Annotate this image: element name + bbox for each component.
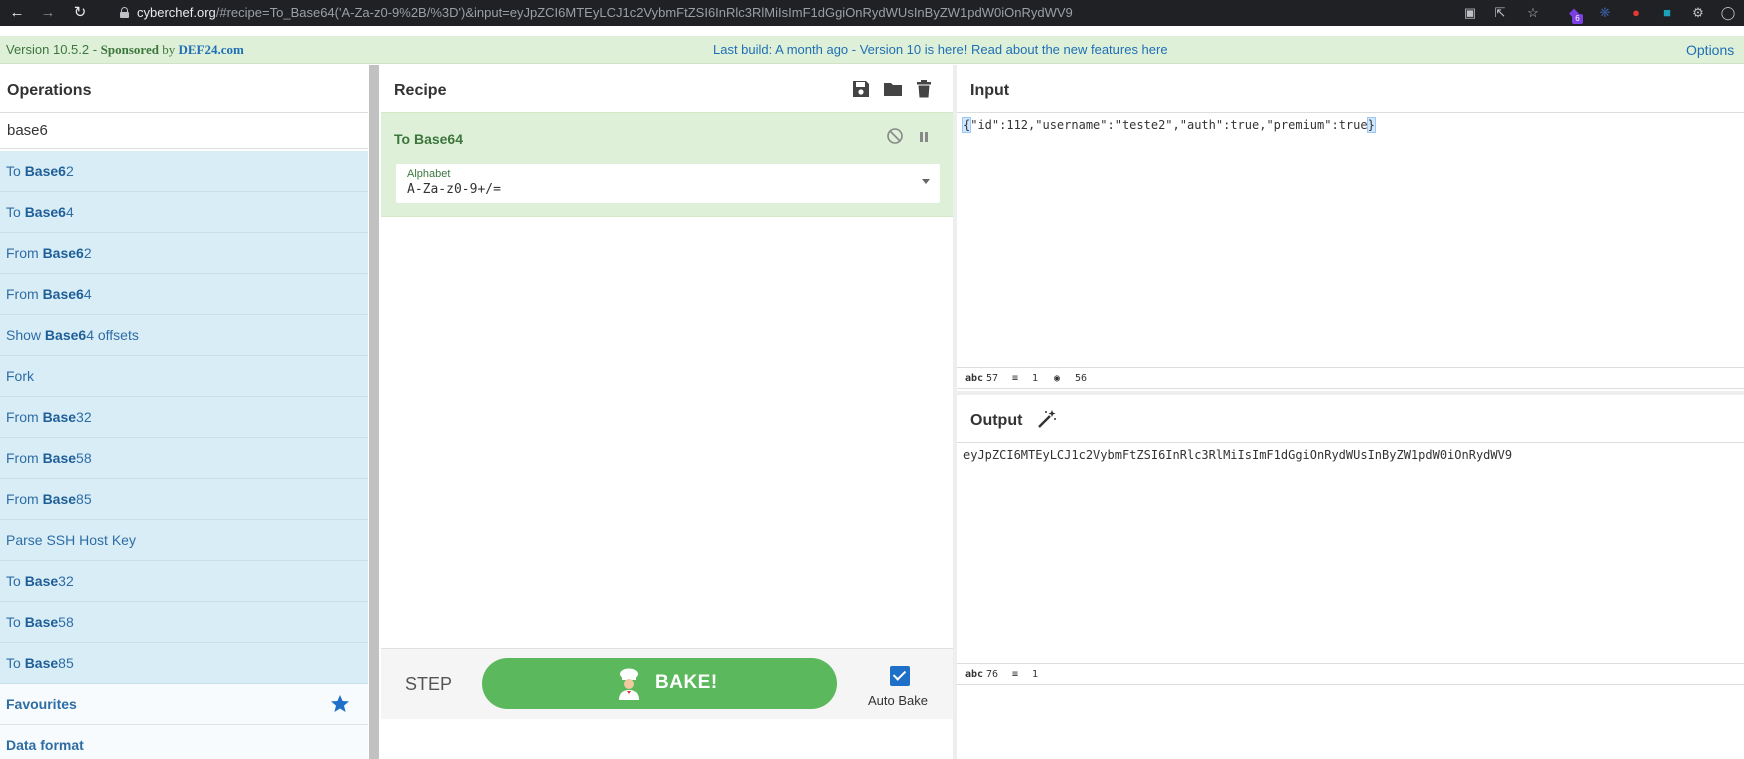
version-sponsor: Version 10.5.2 - Sponsored by DEF24.com <box>6 42 244 58</box>
lock-icon[interactable] <box>120 7 129 18</box>
op-item[interactable]: To Base32 <box>0 561 368 602</box>
bookmark-star-icon[interactable]: ☆ <box>1525 5 1541 21</box>
extension-gear-icon[interactable]: ⚙ <box>1690 5 1706 21</box>
output-char-count: 76 <box>986 669 999 680</box>
notice-banner: Version 10.5.2 - Sponsored by DEF24.com … <box>0 36 1744 64</box>
save-icon[interactable] <box>850 78 872 100</box>
auto-bake-label: Auto Bake <box>868 693 928 708</box>
folder-icon[interactable] <box>882 78 904 100</box>
trash-icon[interactable] <box>913 78 935 100</box>
extension-badge: 6 <box>1572 14 1583 24</box>
extension-globe-icon[interactable]: ◯ <box>1720 5 1736 21</box>
reload-icon[interactable]: ↻ <box>70 3 90 23</box>
input-line-count: 1 <box>1032 373 1039 384</box>
lines-icon: ≡ <box>1012 373 1019 384</box>
alphabet-label: Alphabet <box>407 168 451 180</box>
alphabet-select[interactable]: Alphabet A-Za-z0-9+/= <box>396 164 940 203</box>
operations-search-input[interactable] <box>0 113 368 148</box>
input-textarea[interactable] <box>957 112 1744 367</box>
options-link[interactable]: Options <box>1686 42 1734 58</box>
extension-blue-icon[interactable]: ■ <box>1659 5 1675 21</box>
chevron-down-icon <box>922 179 930 184</box>
bake-button[interactable]: BAKE! <box>482 658 837 709</box>
browser-toolbar: ← → ↻ cyberchef.org/#recipe=To_Base64('A… <box>0 0 1744 26</box>
sponsored-label: Sponsored <box>100 42 159 57</box>
page-top-gap <box>0 26 1744 36</box>
op-item[interactable]: From Base32 <box>0 397 368 438</box>
operations-list: To Base62 To Base64 From Base62 From Bas… <box>0 151 368 759</box>
op-item[interactable]: To Base64 <box>0 192 368 233</box>
magic-wand-icon[interactable] <box>1036 408 1058 430</box>
output-panel: Output eyJpZCI6MTEyLCJ1c2VybmFtZSI6InRlc… <box>957 395 1744 759</box>
output-textarea[interactable] <box>957 442 1744 663</box>
back-icon[interactable]: ← <box>7 3 27 23</box>
op-item[interactable]: To Base58 <box>0 602 368 643</box>
build-notice-link[interactable]: Last build: A month ago - Version 10 is … <box>713 42 1168 57</box>
auto-bake-checkbox[interactable] <box>890 666 910 686</box>
step-button[interactable]: STEP <box>405 674 452 695</box>
operations-search[interactable] <box>0 112 368 149</box>
op-item[interactable]: Fork <box>0 356 368 397</box>
favourite-star-icon <box>331 695 349 712</box>
disable-icon[interactable] <box>886 127 904 145</box>
output-title: Output <box>970 412 1023 429</box>
location-icon: ◉ <box>1054 373 1061 384</box>
by-label: by <box>158 42 179 57</box>
input-cursor-pos: 56 <box>1075 373 1088 384</box>
lines-icon: ≡ <box>1012 669 1019 680</box>
operations-panel: Operations To Base62 To Base64 From Base… <box>0 65 379 759</box>
recipe-operation-to-base64[interactable]: To Base64 Alphabet A-Za-z0-9+/= <box>381 112 954 217</box>
op-item[interactable]: From Base58 <box>0 438 368 479</box>
input-status-bar: abc 57 ≡ 1 ◉ 56 <box>957 367 1744 389</box>
category-data-format[interactable]: Data format <box>0 725 368 759</box>
input-panel: Input {"id":112,"username":"teste2","aut… <box>957 65 1744 390</box>
operations-title: Operations <box>7 82 92 99</box>
output-status-bar: abc 76 ≡ 1 <box>957 663 1744 685</box>
char-count-icon: abc <box>965 669 984 680</box>
output-text[interactable]: eyJpZCI6MTEyLCJ1c2VybmFtZSI6InRlc3RlMiIs… <box>963 448 1512 462</box>
recipe-op-name: To Base64 <box>394 131 463 147</box>
op-item[interactable]: To Base85 <box>0 643 368 684</box>
extension-react-icon[interactable]: ❋ <box>1597 5 1613 21</box>
op-item[interactable]: From Base64 <box>0 274 368 315</box>
recipe-panel: Recipe To Base64 Alphabet A-Za-z0-9+/= S… <box>381 65 954 759</box>
extension-red-icon[interactable]: ● <box>1628 5 1644 21</box>
category-favourites[interactable]: Favourites <box>0 684 368 725</box>
version-text: Version 10.5.2 - <box>6 42 101 57</box>
op-item[interactable]: Show Base64 offsets <box>0 315 368 356</box>
bake-label: BAKE! <box>655 672 718 693</box>
operations-scrollbar[interactable] <box>369 65 379 759</box>
breakpoint-pause-icon[interactable] <box>918 131 930 143</box>
input-char-count: 57 <box>986 373 999 384</box>
op-item[interactable]: From Base62 <box>0 233 368 274</box>
url-text[interactable]: cyberchef.org/#recipe=To_Base64('A-Za-z0… <box>137 5 1073 20</box>
output-line-count: 1 <box>1032 669 1039 680</box>
char-count-icon: abc <box>965 373 984 384</box>
alphabet-value: A-Za-z0-9+/= <box>407 182 501 197</box>
translate-icon[interactable]: ▣ <box>1462 5 1478 21</box>
share-icon[interactable]: ⇱ <box>1492 5 1508 21</box>
op-item[interactable]: To Base62 <box>0 151 368 192</box>
op-item[interactable]: Parse SSH Host Key <box>0 520 368 561</box>
input-title: Input <box>970 82 1010 99</box>
op-item[interactable]: From Base85 <box>0 479 368 520</box>
chef-icon <box>619 668 639 700</box>
sponsor-link[interactable]: DEF24.com <box>178 42 243 57</box>
recipe-title: Recipe <box>394 82 447 99</box>
bake-bar: STEP BAKE! Auto Bake <box>381 648 954 719</box>
input-text[interactable]: {"id":112,"username":"teste2","auth":tru… <box>961 117 1376 133</box>
forward-icon[interactable]: → <box>38 3 58 23</box>
